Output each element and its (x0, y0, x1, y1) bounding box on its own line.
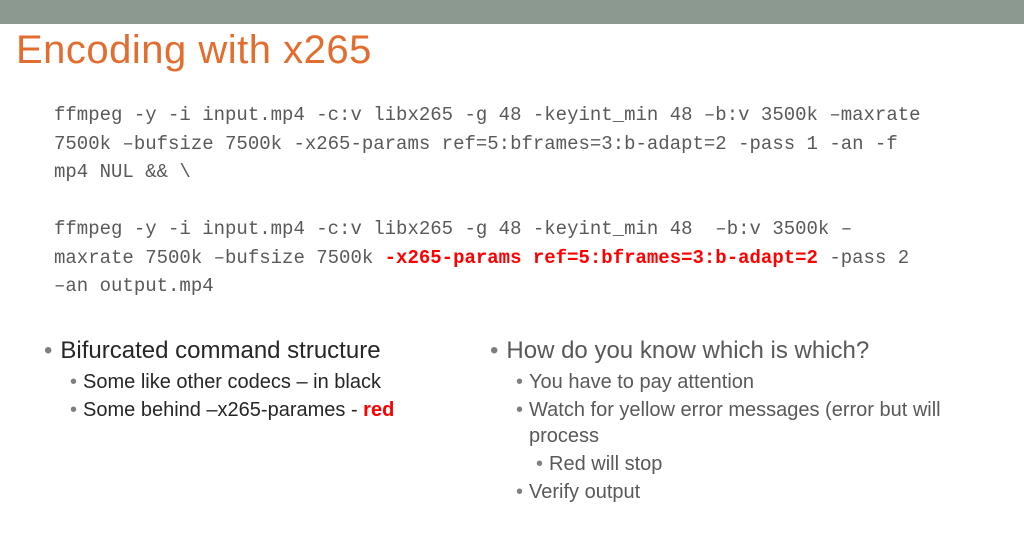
slide-content: Encoding with x265 ffmpeg -y -i input.mp… (0, 28, 1024, 507)
bullet-main: • Bifurcated command structure (44, 337, 454, 366)
bullet-dot-icon: • (536, 451, 543, 477)
bullet-dot-icon: • (516, 369, 523, 395)
bullet-dot-icon: • (516, 397, 523, 423)
bullet-columns: • Bifurcated command structure • Some li… (44, 337, 1008, 508)
bullet-sub-nested: • Red will stop (536, 451, 950, 477)
bullet-dot-icon: • (70, 369, 77, 395)
code-block: ffmpeg -y -i input.mp4 -c:v libx265 -g 4… (54, 101, 988, 301)
bullet-sub: • Watch for yellow error messages (error… (516, 397, 950, 449)
bullet-dot-icon: • (44, 337, 52, 366)
code-line: ffmpeg -y -i input.mp4 -c:v libx265 -g 4… (54, 104, 921, 126)
code-line: ffmpeg -y -i input.mp4 -c:v libx265 -g 4… (54, 218, 852, 240)
left-column: • Bifurcated command structure • Some li… (44, 337, 454, 508)
red-emphasis: red (363, 399, 394, 421)
bullet-dot-icon: • (70, 397, 77, 423)
code-line: –an output.mp4 (54, 275, 214, 297)
bullet-text: How do you know which is which? (506, 337, 869, 365)
bullet-text: Red will stop (549, 451, 662, 477)
page-title: Encoding with x265 (16, 28, 1008, 73)
bullet-text: Some behind –x265-parames - red (83, 397, 394, 423)
code-line: -pass 2 (818, 247, 909, 269)
code-highlight: -x265-params ref=5:bframes=3:b-adapt=2 (385, 247, 818, 269)
right-column: • How do you know which is which? • You … (490, 337, 950, 508)
code-line: 7500k –bufsize 7500k -x265-params ref=5:… (54, 133, 898, 155)
bullet-main: • How do you know which is which? (490, 337, 950, 366)
bullet-dot-icon: • (490, 337, 498, 366)
top-bar (0, 0, 1024, 24)
bullet-sub: • Some behind –x265-parames - red (70, 397, 454, 423)
bullet-text-pre: Some behind –x265-parames - (83, 399, 363, 421)
bullet-sub: • Verify output (516, 479, 950, 505)
bullet-text: Some like other codecs – in black (83, 369, 381, 395)
bullet-text: You have to pay attention (529, 369, 754, 395)
bullet-sub: • You have to pay attention (516, 369, 950, 395)
bullet-sub: • Some like other codecs – in black (70, 369, 454, 395)
bullet-text: Bifurcated command structure (60, 337, 380, 365)
code-line: mp4 NUL && \ (54, 161, 191, 183)
bullet-text: Verify output (529, 479, 640, 505)
bullet-text: Watch for yellow error messages (error b… (529, 397, 950, 449)
code-line: maxrate 7500k –bufsize 7500k (54, 247, 385, 269)
bullet-dot-icon: • (516, 479, 523, 505)
